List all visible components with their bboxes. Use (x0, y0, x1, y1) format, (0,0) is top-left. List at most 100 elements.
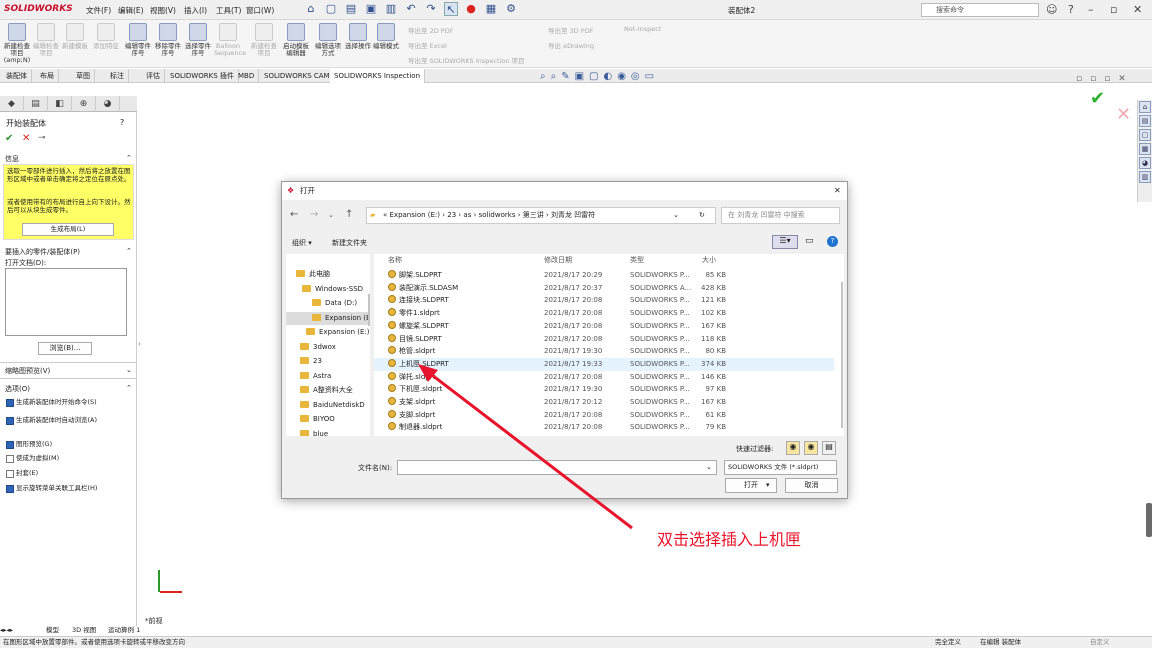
ribbon-button[interactable]: 新建检查项目 (250, 23, 278, 57)
solidworks-logo[interactable]: SOLIDWORKS (4, 4, 73, 14)
ribbon-button[interactable]: 新建检查项目(amp;N) (3, 23, 31, 64)
file-row[interactable]: 螺旋桨.SLDPRT 2021/8/17 20:08 SOLIDWORKS P...… (374, 320, 834, 333)
nav-scrollbar[interactable] (368, 294, 370, 326)
options-gear-icon[interactable]: ⚙ (504, 2, 518, 16)
export-command[interactable]: 导出至 Excel (408, 40, 447, 50)
nav-tree-item[interactable]: Expansion (E:) (286, 311, 370, 325)
confirm-corner-check-icon[interactable]: ✔ (1090, 88, 1105, 109)
menu-item[interactable]: 工具(T) (216, 5, 241, 16)
filter-parts-icon[interactable]: ◉ (786, 441, 800, 455)
nav-tree-item[interactable]: 此电脑 (286, 268, 370, 281)
command-tab[interactable]: 标注 (106, 69, 129, 83)
heads-up-view-toolbar[interactable]: ⌕⌕✎▣▢◐◉◎▭ (540, 71, 659, 82)
undo-icon[interactable]: ↶ (404, 2, 418, 16)
command-tab[interactable]: SOLIDWORKS Inspection (330, 69, 426, 83)
nav-tree-item[interactable]: blue (286, 428, 370, 436)
organize-button[interactable]: 组织 ▾ (292, 238, 312, 248)
file-row[interactable]: 目镜.SLDPRT 2021/8/17 20:08 SOLIDWORKS P... 1… (374, 333, 834, 346)
preview-pane-icon[interactable]: ▭ (805, 236, 814, 246)
collapse-chevron-icon[interactable]: ⌃ (126, 154, 132, 162)
file-row[interactable]: 支架.sldprt 2021/8/17 20:12 SOLIDWORKS P... 1… (374, 396, 834, 409)
thumbnail-preview-header[interactable]: 缩略图预览(V) (5, 366, 50, 376)
ribbon-button[interactable]: 编辑零件序号 (124, 23, 152, 57)
status-custom[interactable]: 自定义 (1090, 637, 1110, 648)
file-row[interactable]: 装配演示.SLDASM 2021/8/17 20:37 SOLIDWORKS A..… (374, 282, 834, 295)
option-checkbox[interactable] (6, 441, 14, 449)
expand-chevron-icon[interactable]: ⌄ (126, 366, 132, 374)
open-file-icon[interactable]: ▤ (344, 2, 358, 16)
nav-tree-item[interactable]: BaiduNetdiskD (286, 399, 370, 412)
file-row[interactable]: 连接块.SLDPRT 2021/8/17 20:08 SOLIDWORKS P...… (374, 294, 834, 307)
nav-tree-item[interactable]: A整资料大全 (286, 384, 370, 397)
new-file-icon[interactable]: ▢ (324, 2, 338, 16)
cancel-button[interactable]: 取消 (785, 478, 838, 493)
column-header[interactable]: 修改日期 (544, 254, 572, 267)
ribbon-button[interactable]: 编辑检查项目 (32, 23, 60, 57)
display-manager-icon[interactable]: ◕ (96, 96, 120, 112)
ribbon-button[interactable]: 启动模板编辑器 (282, 23, 310, 57)
ribbon-button[interactable]: Balloon Sequence (214, 23, 246, 57)
property-manager-icon[interactable]: ▤ (24, 96, 48, 112)
file-row[interactable]: 制退器.sldprt 2021/8/17 20:08 SOLIDWORKS P...… (374, 421, 834, 434)
file-explorer-icon[interactable]: ▢ (1139, 129, 1151, 141)
filter-drawings-icon[interactable]: ▤ (822, 441, 836, 455)
open-button[interactable]: 打开 ▾ (725, 478, 777, 493)
column-header[interactable]: 大小 (702, 254, 716, 267)
column-header[interactable]: 类型 (630, 254, 644, 267)
close-icon[interactable]: ✕ (1133, 3, 1142, 16)
appearances-icon[interactable]: ◕ (1139, 157, 1151, 169)
ok-check-icon[interactable]: ✔ (5, 133, 13, 144)
open-docs-list[interactable] (5, 268, 127, 336)
panel-help-icon[interactable]: ? (120, 118, 124, 127)
help-circle-icon[interactable]: ? (827, 236, 838, 247)
save-icon[interactable]: ▣ (364, 2, 378, 16)
nav-tree-item[interactable]: Data (D:) (286, 297, 370, 310)
up-arrow-icon[interactable]: ↑ (345, 209, 353, 220)
collapse-chevron-icon[interactable]: ⌃ (126, 384, 132, 392)
file-row[interactable]: 支脚.sldprt 2021/8/17 20:08 SOLIDWORKS P... 6… (374, 409, 834, 422)
config-manager-icon[interactable]: ◧ (48, 96, 72, 112)
menu-item[interactable]: 插入(I) (184, 5, 207, 16)
nav-tree-item[interactable]: 3dwox (286, 341, 370, 354)
command-tab[interactable]: 布局 (36, 69, 59, 83)
nav-tree-item[interactable]: 23 (286, 355, 370, 368)
export-command[interactable]: 导出至 2D PDF (408, 25, 453, 35)
bottom-tab[interactable]: 模型 (46, 625, 59, 636)
ribbon-button[interactable]: 选择零件序号 (184, 23, 212, 57)
address-bar[interactable]: ▰ « Expansion (E:) › 23 › as › solidwork… (366, 207, 716, 224)
folder-search-input[interactable]: 在 刘青龙 凹雷符 中搜索 (721, 207, 840, 224)
view-palette-icon[interactable]: ▦ (1139, 143, 1151, 155)
nav-tree-item[interactable]: BIYOO (286, 413, 370, 426)
filename-input[interactable]: ⌄ (397, 460, 717, 475)
custom-properties-icon[interactable]: ▥ (1139, 171, 1151, 183)
nav-tree-item[interactable]: Windows-SSD (286, 283, 370, 296)
new-folder-button[interactable]: 新建文件夹 (332, 238, 367, 248)
home-icon[interactable]: ⌂ (304, 2, 318, 16)
recent-chevron-icon[interactable]: ⌄ (328, 211, 334, 219)
ribbon-button[interactable]: 编辑选项方式 (314, 23, 342, 57)
feature-tree-icon[interactable]: ◆ (0, 96, 24, 112)
dimxpert-icon[interactable]: ⊕ (72, 96, 96, 112)
menu-item[interactable]: 窗口(W) (246, 5, 274, 16)
design-library-icon[interactable]: ▤ (1139, 115, 1151, 127)
menu-item[interactable]: 视图(V) (150, 5, 176, 16)
ribbon-button[interactable]: 移除零件序号 (154, 23, 182, 57)
browse-button[interactable]: 浏览(B)... (38, 342, 92, 355)
option-checkbox[interactable] (6, 417, 14, 425)
export-command[interactable]: Net-Inspect (624, 25, 661, 33)
menu-item[interactable]: 文件(F) (86, 5, 111, 16)
select-cursor-icon[interactable]: ↖ (444, 2, 458, 16)
resources-home-icon[interactable]: ⌂ (1139, 101, 1151, 113)
cancel-x-icon[interactable]: ✕ (22, 133, 30, 144)
command-tab[interactable]: 草图 (72, 69, 95, 83)
ribbon-button[interactable]: 添加特征 (92, 23, 120, 50)
nav-tree-item[interactable]: Astra (286, 370, 370, 383)
option-checkbox[interactable] (6, 399, 14, 407)
command-tab[interactable]: MBD (234, 69, 260, 83)
filter-assemblies-icon[interactable]: ◉ (804, 441, 818, 455)
file-properties-icon[interactable]: ▦ (484, 2, 498, 16)
export-command[interactable]: 导出至 3D PDF (548, 25, 593, 35)
print-icon[interactable]: ▥ (384, 2, 398, 16)
file-row[interactable]: 脚架.SLDPRT 2021/8/17 20:29 SOLIDWORKS P... 8… (374, 269, 834, 282)
address-dropdown-icon[interactable]: ⌄ (673, 208, 679, 223)
